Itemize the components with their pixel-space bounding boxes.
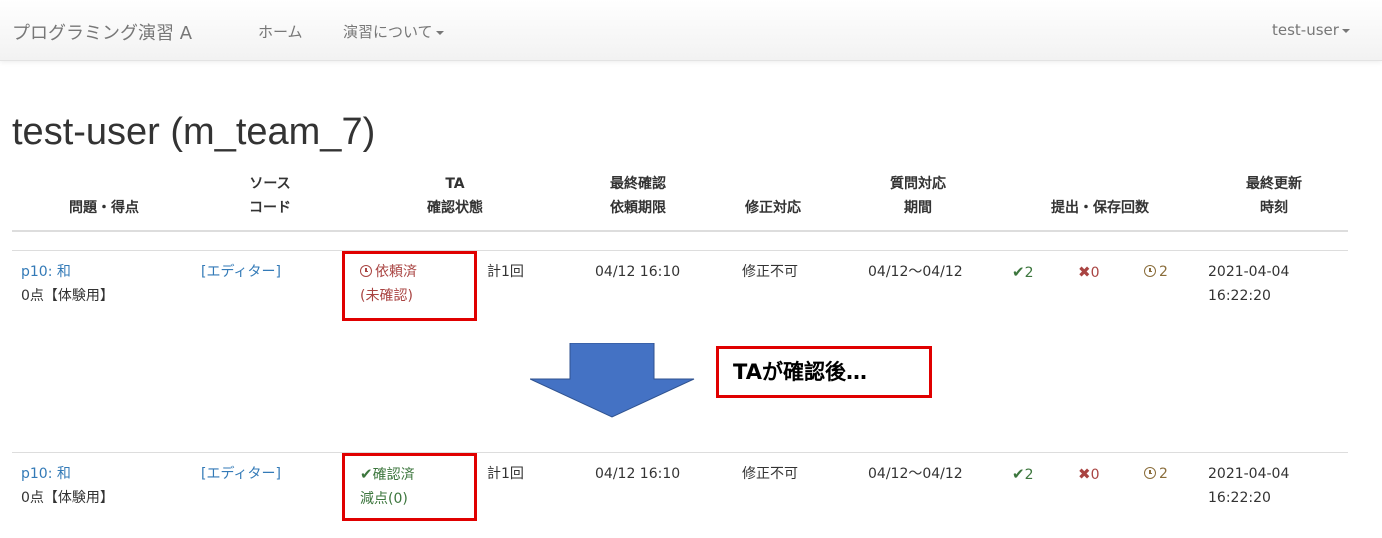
- save-count: 2: [1144, 462, 1168, 486]
- deadline-text: 04/12 16:10: [595, 264, 681, 280]
- header-ta-line1: TA: [445, 176, 465, 192]
- header-qa-line2: 期間: [904, 200, 932, 216]
- header-fix: 修正対応: [745, 200, 801, 216]
- header-qa-period: 質問対応 期間: [868, 172, 968, 220]
- updated-clock: 16:22:20: [1208, 288, 1271, 304]
- header-problem: 問題・得点: [69, 200, 139, 216]
- editor-link[interactable]: [エディター]: [201, 462, 281, 486]
- updated-date: 2021-04-04: [1208, 466, 1290, 482]
- save-count-value: 2: [1159, 466, 1168, 482]
- request-count: 計1回: [487, 264, 524, 280]
- score-text: 0点【体験用】: [21, 288, 114, 304]
- nav-about-label: 演習について: [343, 23, 433, 41]
- nav-about-dropdown[interactable]: 演習について: [343, 21, 444, 42]
- clock-icon: [1144, 265, 1156, 277]
- row-divider: [12, 452, 1348, 453]
- header-updated: 最終更新 時刻: [1224, 172, 1324, 220]
- ng-count: ✖0: [1078, 260, 1100, 285]
- navbar: プログラミング演習 A ホーム 演習について test-user: [0, 0, 1382, 61]
- problem-link[interactable]: p10: 和: [21, 260, 114, 284]
- qa-period: 04/12〜04/12: [868, 264, 963, 280]
- brand-link[interactable]: プログラミング演習 A: [12, 19, 192, 45]
- header-deadline-line1: 最終確認: [610, 176, 666, 192]
- ok-count: ✔2: [1012, 462, 1034, 487]
- header-ta-status: TA 確認状態: [405, 172, 505, 220]
- clock-icon: [1144, 467, 1156, 479]
- save-count: 2: [1144, 260, 1168, 284]
- cross-icon: ✖: [1078, 263, 1091, 281]
- header-source: ソース コード: [220, 172, 320, 220]
- header-deadline-line2: 依頼期限: [610, 200, 666, 216]
- page-title: test-user (m_team_7): [12, 111, 376, 153]
- highlight-box: [342, 251, 477, 321]
- header-counts: 提出・保存回数: [1051, 200, 1149, 216]
- request-count: 計1回: [487, 466, 524, 482]
- header-qa-line1: 質問対応: [890, 176, 946, 192]
- ng-count-value: 0: [1090, 265, 1100, 281]
- callout-label: TAが確認後…: [716, 346, 932, 398]
- header-deadline: 最終確認 依頼期限: [588, 172, 688, 220]
- header-updated-line1: 最終更新: [1246, 176, 1302, 192]
- editor-link[interactable]: [エディター]: [201, 260, 281, 284]
- ng-count: ✖0: [1078, 462, 1100, 487]
- updated-date: 2021-04-04: [1208, 264, 1290, 280]
- header-source-line1: ソース: [249, 176, 291, 192]
- check-icon: ✔: [1012, 465, 1025, 483]
- updated-clock: 16:22:20: [1208, 490, 1271, 506]
- fix-status: 修正不可: [742, 466, 798, 482]
- deadline-text: 04/12 16:10: [595, 466, 681, 482]
- nav-home-link[interactable]: ホーム: [258, 21, 303, 42]
- down-arrow-icon: [530, 343, 695, 418]
- fix-status: 修正不可: [742, 264, 798, 280]
- row-divider: [12, 250, 1348, 251]
- updated-time: 2021-04-04 16:22:20: [1208, 260, 1289, 308]
- header-divider: [12, 230, 1348, 232]
- qa-period: 04/12〜04/12: [868, 466, 963, 482]
- caret-down-icon: [1341, 28, 1350, 33]
- cross-icon: ✖: [1078, 465, 1091, 483]
- caret-down-icon: [435, 30, 444, 35]
- user-menu-dropdown[interactable]: test-user: [1272, 21, 1350, 39]
- header-updated-line2: 時刻: [1260, 200, 1288, 216]
- user-menu-label: test-user: [1272, 21, 1339, 39]
- ok-count-value: 2: [1024, 467, 1034, 483]
- save-count-value: 2: [1159, 264, 1168, 280]
- highlight-box: [342, 453, 477, 521]
- ok-count: ✔2: [1012, 260, 1034, 285]
- ok-count-value: 2: [1024, 265, 1034, 281]
- updated-time: 2021-04-04 16:22:20: [1208, 462, 1289, 510]
- ng-count-value: 0: [1090, 467, 1100, 483]
- score-text: 0点【体験用】: [21, 490, 114, 506]
- header-source-line2: コード: [249, 200, 291, 216]
- header-ta-line2: 確認状態: [427, 200, 483, 216]
- problem-link[interactable]: p10: 和: [21, 462, 114, 486]
- check-icon: ✔: [1012, 263, 1025, 281]
